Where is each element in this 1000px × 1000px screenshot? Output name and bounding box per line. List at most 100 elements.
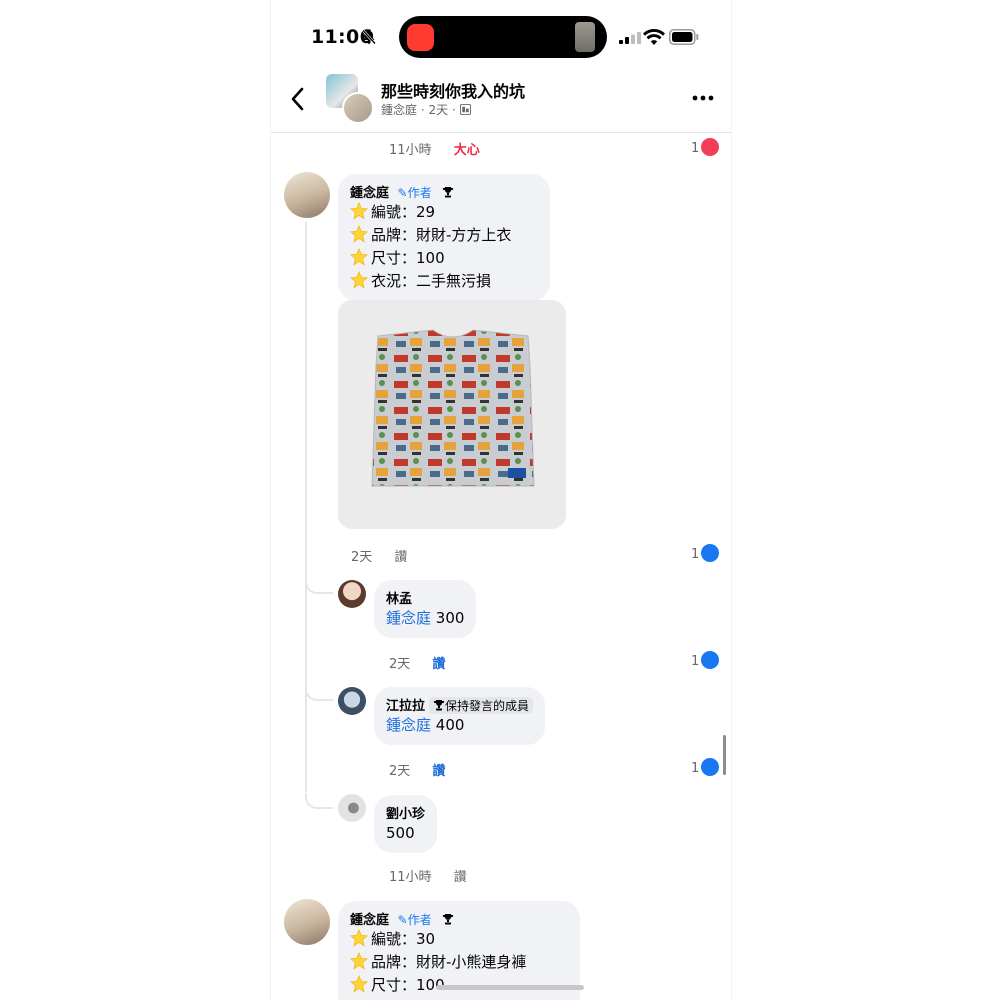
line-text: 編號：30	[371, 930, 436, 948]
reply-text: 鍾念庭 400	[386, 714, 533, 737]
star-icon	[350, 202, 368, 220]
like-button[interactable]: 讚	[454, 870, 467, 885]
avatar[interactable]	[338, 794, 366, 822]
line-text: 衣況：二手無污損	[371, 272, 492, 290]
author-badge: ✎作者	[397, 186, 432, 200]
comment-line: 尺寸：100	[350, 247, 538, 270]
reply-time[interactable]: 11小時	[389, 870, 432, 885]
scrollbar[interactable]	[723, 735, 726, 775]
comment-author[interactable]: 鍾念庭 ✎作者	[350, 909, 568, 928]
reaction-count[interactable]: 1	[691, 651, 720, 669]
reaction-count[interactable]: 1	[691, 138, 720, 156]
like-button[interactable]: 讚	[432, 764, 445, 779]
line-text: 尺寸：100	[371, 976, 445, 994]
comment-line: 編號：29	[350, 201, 538, 224]
comment-photo[interactable]	[338, 300, 566, 529]
star-icon	[350, 271, 368, 289]
star-icon	[350, 975, 368, 993]
heart-reaction-icon	[701, 138, 720, 156]
like-reaction-icon	[701, 651, 720, 669]
reply-value: 300	[435, 609, 465, 627]
phone-screen: 11:06 那些時刻你我入的坑 鍾念庭 · 2天 · 11小時 大心 1 鍾念庭…	[270, 0, 732, 1000]
group-title[interactable]: 那些時刻你我入的坑	[381, 78, 525, 102]
avatar[interactable]	[338, 687, 366, 715]
shirt-image	[371, 329, 535, 487]
reaction-count[interactable]: 1	[691, 758, 720, 776]
like-button[interactable]: 讚	[432, 657, 445, 672]
reaction-number: 1	[691, 141, 700, 156]
comment-bubble: 鍾念庭 ✎作者 編號：29 品牌：財財-方方上衣 尺寸：100 衣況：二手無污損	[338, 174, 550, 301]
author-badge: ✎作者	[397, 913, 432, 927]
line-text: 尺寸：100	[371, 249, 445, 267]
reply-connector	[305, 578, 333, 594]
home-indicator[interactable]	[436, 985, 584, 990]
avatar[interactable]	[338, 580, 366, 608]
reply-meta: 11小時 讚	[389, 866, 485, 885]
comment-meta: 11小時 大心	[389, 139, 498, 158]
trophy-icon	[443, 187, 454, 198]
group-icon	[459, 104, 471, 115]
line-text: 編號：29	[371, 203, 436, 221]
reply-bubble: 劉小珍 500	[374, 795, 438, 853]
trophy-icon	[433, 700, 445, 711]
comment-time[interactable]: 11小時	[389, 143, 432, 158]
comment-line: 衣況：二手無污損	[350, 270, 538, 293]
reply-bubble: 江拉拉 保持發言的成員 鍾念庭 400	[374, 687, 546, 745]
reply-text: 500	[386, 824, 415, 842]
reaction-love-button[interactable]: 大心	[454, 143, 480, 158]
dynamic-island[interactable]	[399, 16, 607, 58]
author-name: 江拉拉	[386, 699, 426, 714]
line-text: 品牌：財財-小熊連身褲	[371, 953, 527, 971]
wifi-icon	[643, 28, 665, 45]
reply-time[interactable]: 2天	[389, 764, 410, 779]
comment-line: 品牌：財財-小熊連身褲	[350, 951, 568, 974]
star-icon	[350, 929, 368, 947]
reply-meta: 2天 讚	[389, 653, 463, 672]
reaction-number: 1	[691, 654, 700, 669]
reply-author[interactable]: 林孟	[386, 588, 464, 607]
comment-time[interactable]: 2天	[351, 550, 372, 565]
member-badge: 保持發言的成員	[429, 697, 534, 714]
star-icon	[350, 248, 368, 266]
trophy-icon	[443, 914, 454, 925]
media-thumbnail	[575, 22, 595, 52]
reply-author[interactable]: 江拉拉 保持發言的成員	[386, 695, 534, 714]
avatar[interactable]	[284, 899, 330, 945]
author-name: 鍾念庭	[350, 913, 390, 928]
reply-text: 鍾念庭 300	[386, 607, 464, 630]
reply-connector	[305, 685, 333, 701]
more-horizontal-icon[interactable]	[691, 94, 715, 102]
group-avatar[interactable]	[326, 74, 374, 124]
mention-link[interactable]: 鍾念庭	[386, 609, 431, 627]
post-author[interactable]: 鍾念庭	[381, 103, 417, 117]
chevron-left-icon[interactable]	[289, 86, 307, 112]
reply-bubble: 林孟 鍾念庭 300	[374, 580, 477, 638]
reaction-count[interactable]: 1	[691, 544, 720, 562]
battery-icon	[669, 29, 699, 45]
app-icon	[407, 24, 434, 51]
line-text: 品牌：財財-方方上衣	[371, 226, 512, 244]
header-divider	[271, 132, 731, 133]
reply-connector	[305, 793, 333, 809]
like-reaction-icon	[701, 544, 720, 562]
post-time[interactable]: 2天	[429, 103, 449, 117]
avatar[interactable]	[284, 172, 330, 218]
like-reaction-icon	[701, 758, 720, 776]
member-badge-label: 保持發言的成員	[445, 699, 530, 713]
reply-time[interactable]: 2天	[389, 657, 410, 672]
star-icon	[350, 952, 368, 970]
separator: ·	[420, 103, 425, 117]
comment-meta: 2天 讚	[351, 546, 425, 565]
badge-label: 作者	[407, 913, 432, 927]
comment-line: 品牌：財財-方方上衣	[350, 224, 538, 247]
reaction-number: 1	[691, 547, 700, 562]
thread-line	[305, 222, 307, 792]
reply-author[interactable]: 劉小珍	[386, 803, 425, 822]
signal-icon	[619, 32, 641, 44]
like-button[interactable]: 讚	[394, 550, 407, 565]
mention-link[interactable]: 鍾念庭	[386, 716, 431, 734]
bell-slash-icon	[362, 29, 376, 45]
badge-label: 作者	[407, 186, 432, 200]
reaction-number: 1	[691, 761, 700, 776]
comment-author[interactable]: 鍾念庭 ✎作者	[350, 182, 538, 201]
